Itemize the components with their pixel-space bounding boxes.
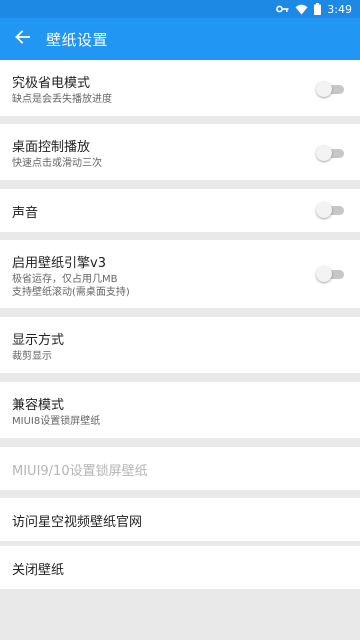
setting-title: 启用壁纸引擎v3 <box>12 256 106 271</box>
setting-title: 兼容模式 <box>12 398 65 413</box>
setting-visit-website[interactable]: 访问星空视频壁纸官网 <box>0 498 360 541</box>
setting-title: 关闭壁纸 <box>12 563 65 578</box>
key-icon <box>276 4 289 14</box>
toggle-switch[interactable] <box>316 202 346 218</box>
setting-subtitle: 裁剪显示 <box>12 351 52 362</box>
status-time: 3:49 <box>327 2 352 16</box>
setting-subtitle: 快速点击或滑动三次 <box>12 158 102 169</box>
app-bar: 壁纸设置 <box>0 18 360 60</box>
setting-title: 显示方式 <box>12 333 65 348</box>
arrow-left-icon <box>14 29 30 49</box>
setting-subtitle: MIUI8设置锁屏壁纸 <box>12 416 101 427</box>
setting-title: MIUI9/10设置锁屏壁纸 <box>12 464 148 479</box>
setting-title: 桌面控制播放 <box>12 140 91 155</box>
setting-ultra-power-saving[interactable]: 究极省电模式 缺点是会丢失播放进度 <box>0 60 360 116</box>
setting-subtitle: 极省运存，仅占用几MB <box>12 274 118 285</box>
setting-desktop-playback-control[interactable]: 桌面控制播放 快速点击或滑动三次 <box>0 124 360 180</box>
setting-title: 访问星空视频壁纸官网 <box>12 515 143 530</box>
setting-miui9-10-lockscreen: MIUI9/10设置锁屏壁纸 <box>0 447 360 490</box>
toggle-switch[interactable] <box>316 81 346 97</box>
wifi-icon <box>295 4 308 15</box>
setting-close-wallpaper[interactable]: 关闭壁纸 <box>0 546 360 589</box>
setting-wallpaper-engine-v3[interactable]: 启用壁纸引擎v3 极省运存，仅占用几MB 支持壁纸滚动(需桌面支持) <box>0 240 360 308</box>
toggle-switch[interactable] <box>316 266 346 282</box>
setting-title: 声音 <box>12 206 39 221</box>
setting-title: 究极省电模式 <box>12 76 91 91</box>
battery-icon <box>314 3 322 15</box>
setting-sound[interactable]: 声音 <box>0 189 360 232</box>
setting-subtitle: 缺点是会丢失播放进度 <box>12 94 112 105</box>
setting-compatibility-mode[interactable]: 兼容模式 MIUI8设置锁屏壁纸 <box>0 382 360 438</box>
setting-display-mode[interactable]: 显示方式 裁剪显示 <box>0 317 360 373</box>
back-button[interactable] <box>2 18 42 60</box>
page-title: 壁纸设置 <box>46 30 109 49</box>
setting-subtitle: 支持壁纸滚动(需桌面支持) <box>12 287 130 298</box>
toggle-switch[interactable] <box>316 145 346 161</box>
status-icons: 3:49 <box>276 2 352 16</box>
status-bar: 3:49 <box>0 0 360 18</box>
